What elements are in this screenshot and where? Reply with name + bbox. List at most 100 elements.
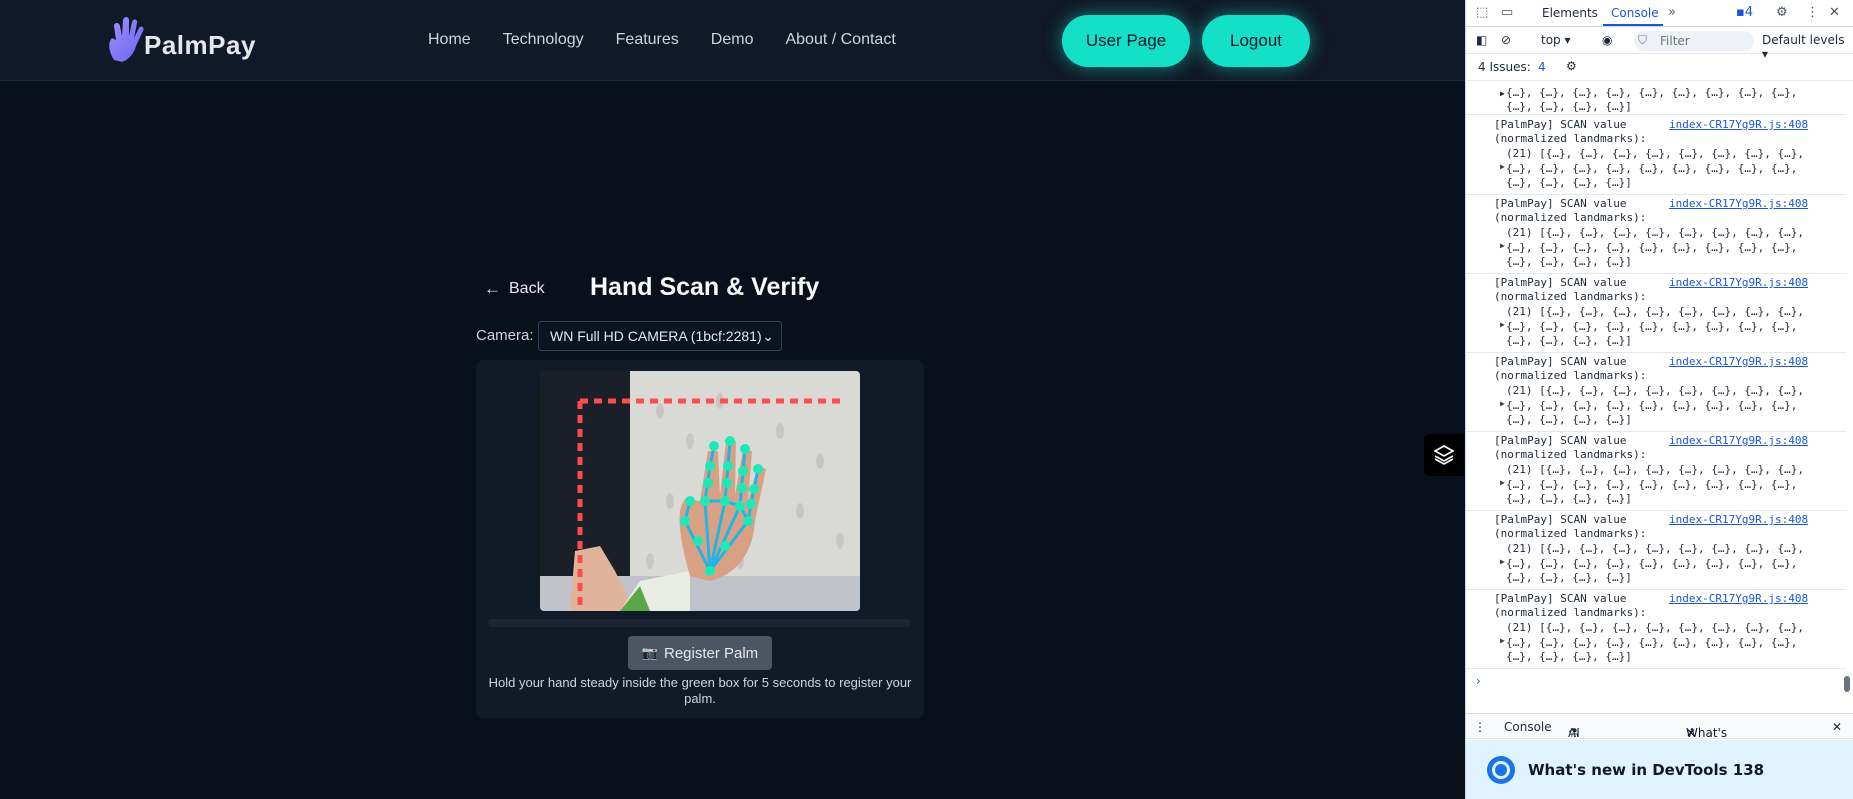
kebab-menu-icon[interactable]: ⋮ <box>1806 5 1819 20</box>
log-array-line: {…}, {…}, {…}, {…}, {…}, {…}, {…}, {…}, … <box>1506 557 1798 570</box>
expand-triangle-icon[interactable]: ▶ <box>1500 320 1505 329</box>
log-source-link[interactable]: index-CR17Yg9R.js:408 <box>1669 197 1808 210</box>
logout-button[interactable]: Logout <box>1202 15 1310 67</box>
expand-triangle-icon[interactable]: ▶ <box>1500 399 1505 408</box>
expand-triangle-icon[interactable]: ▶ <box>1500 241 1505 250</box>
floating-widget-button[interactable] <box>1424 434 1464 476</box>
log-array-line: (21) [{…}, {…}, {…}, {…}, {…}, {…}, {…},… <box>1506 542 1805 555</box>
inspect-element-icon[interactable]: ⬚ <box>1476 5 1488 20</box>
context-select[interactable]: top ▾ <box>1541 33 1571 47</box>
log-array-line: {…}, {…}, {…}, {…}] <box>1506 413 1632 426</box>
close-tab-icon[interactable]: ✕ <box>1686 726 1696 740</box>
sidebar-toggle-icon[interactable]: ◧ <box>1476 33 1487 47</box>
nav-about-contact[interactable]: About / Contact <box>785 31 895 49</box>
camera-select-value: WN Full HD CAMERA (1bcf:2281) <box>550 328 762 344</box>
close-drawer-icon[interactable]: ✕ <box>1832 720 1842 734</box>
log-array-line: {…}, {…}, {…}, {…}, {…}, {…}, {…}, {…}, … <box>1506 162 1798 175</box>
layers-icon <box>1433 445 1455 465</box>
console-prompt[interactable]: › <box>1476 674 1481 688</box>
log-message: [PalmPay] SCAN value <box>1494 118 1627 131</box>
scrollbar-thumb[interactable] <box>1844 676 1850 692</box>
log-source-link[interactable]: index-CR17Yg9R.js:408 <box>1669 118 1808 131</box>
console-scrollbar[interactable] <box>1842 82 1852 710</box>
main-nav: Home Technology Features Demo About / Co… <box>428 31 896 49</box>
filter-icon: ⛉ <box>1638 33 1648 47</box>
register-palm-button[interactable]: 📷 Register Palm <box>628 636 772 670</box>
drawer-menu-icon[interactable]: ⋮ <box>1474 720 1486 734</box>
device-toolbar-icon[interactable]: ▭ <box>1501 5 1513 20</box>
devtools-tabbar: ⬚ ▭ Elements Console » ▪4 ⚙ ⋮ ✕ <box>1466 0 1853 27</box>
log-entry: [PalmPay] SCAN value index-CR17Yg9R.js:40… <box>1466 353 1846 432</box>
log-array-line: {…}, {…}, {…}, {…}] <box>1506 492 1632 505</box>
user-page-button[interactable]: User Page <box>1062 15 1190 67</box>
log-array-line: {…}, {…}, {…}, {…}] <box>1506 650 1632 663</box>
log-array-line: {…}, {…}, {…}, {…}, {…}, {…}, {…}, {…}, … <box>1506 399 1798 412</box>
issues-count[interactable]: 4 <box>1538 60 1546 74</box>
log-source-link[interactable]: index-CR17Yg9R.js:408 <box>1669 592 1808 605</box>
top-navbar: PalmPay Home Technology Features Demo Ab… <box>0 0 1465 81</box>
expand-triangle-icon[interactable]: ▶ <box>1500 636 1505 645</box>
log-array-line: {…}, {…}, {…}, {…}] <box>1506 255 1632 268</box>
log-source-link[interactable]: index-CR17Yg9R.js:408 <box>1669 276 1808 289</box>
log-array-line: {…}, {…}, {…}, {…}, {…}, {…}, {…}, {…}, … <box>1506 636 1798 649</box>
clear-console-icon[interactable]: ⊘ <box>1501 33 1511 47</box>
back-button[interactable]: ← Back <box>484 279 545 299</box>
page-title: Hand Scan & Verify <box>590 273 820 301</box>
log-array-line: (21) [{…}, {…}, {…}, {…}, {…}, {…}, {…},… <box>1506 226 1805 239</box>
expand-triangle-icon[interactable]: ▶ <box>1500 557 1505 566</box>
log-array-line: {…}, {…}, {…}, {…}, {…}, {…}, {…}, {…}, … <box>1506 478 1798 491</box>
camera-select[interactable]: WN Full HD CAMERA (1bcf:2281) ⌄ <box>538 321 782 351</box>
log-array-line: (21) [{…}, {…}, {…}, {…}, {…}, {…}, {…},… <box>1506 621 1805 634</box>
log-message: [PalmPay] SCAN value <box>1494 513 1627 526</box>
log-entry: [PalmPay] SCAN value index-CR17Yg9R.js:40… <box>1466 511 1846 590</box>
drawer-tabbar: ⋮ Console AI assistance ⚗ What's new ✕ ✕ <box>1466 713 1853 754</box>
gear-icon[interactable]: ⚙ <box>1776 5 1788 20</box>
log-source-link[interactable]: index-CR17Yg9R.js:408 <box>1669 355 1808 368</box>
log-message-sub: (normalized landmarks): <box>1494 448 1647 461</box>
log-array-line: {…}, {…}, {…}, {…}] <box>1506 176 1632 189</box>
log-array-line: {…}, {…}, {…}, {…}, {…}, {…}, {…}, {…}, … <box>1506 320 1798 333</box>
eye-icon[interactable]: ◉ <box>1602 33 1612 47</box>
tab-elements[interactable]: Elements <box>1542 6 1598 20</box>
log-levels-value: Default levels <box>1762 33 1845 47</box>
log-source-link[interactable]: index-CR17Yg9R.js:408 <box>1669 434 1808 447</box>
nav-home[interactable]: Home <box>428 31 471 49</box>
log-array-line: {…}, {…}, {…}, {…}, {…}, {…}, {…}, {…}, … <box>1506 241 1798 254</box>
close-icon[interactable]: ✕ <box>1829 5 1840 20</box>
nav-features[interactable]: Features <box>616 31 679 49</box>
camera-label: Camera: <box>476 327 534 344</box>
whats-new-banner: What's new in DevTools 138 <box>1466 740 1853 799</box>
console-toolbar: ◧ ⊘ top ▾ ◉ Filter ⛉ Default levels ▾ <box>1466 28 1853 61</box>
console-filter-input[interactable]: Filter <box>1634 31 1754 51</box>
log-source-link[interactable]: index-CR17Yg9R.js:408 <box>1669 513 1808 526</box>
context-select-value: top <box>1541 33 1561 47</box>
issues-badge-icon[interactable]: ▪4 <box>1736 5 1753 20</box>
log-entry: [PalmPay] SCAN value index-CR17Yg9R.js:40… <box>1466 274 1846 353</box>
log-message: [PalmPay] SCAN value <box>1494 434 1627 447</box>
log-array-line: (21) [{…}, {…}, {…}, {…}, {…}, {…}, {…},… <box>1506 147 1805 160</box>
nav-demo[interactable]: Demo <box>711 31 754 49</box>
expand-triangle-icon[interactable]: ▶ <box>1500 162 1505 171</box>
issues-label[interactable]: 4 Issues: <box>1478 60 1531 74</box>
filter-placeholder: Filter <box>1660 34 1690 48</box>
log-message: [PalmPay] SCAN value <box>1494 197 1627 210</box>
whats-new-title: What's new in DevTools 138 <box>1528 761 1765 779</box>
drawer-tab-console[interactable]: Console <box>1504 720 1552 734</box>
settings-gear-icon[interactable]: ⚙ <box>1566 59 1577 73</box>
log-entry: [PalmPay] SCAN value index-CR17Yg9R.js:40… <box>1466 116 1846 195</box>
log-message-sub: (normalized landmarks): <box>1494 211 1647 224</box>
log-message: [PalmPay] SCAN value <box>1494 276 1627 289</box>
camera-icon: 📷 <box>641 645 658 660</box>
log-message: [PalmPay] SCAN value <box>1494 592 1627 605</box>
nav-technology[interactable]: Technology <box>503 31 584 49</box>
expand-triangle-icon[interactable]: ▶ <box>1500 478 1505 487</box>
log-message-sub: (normalized landmarks): <box>1494 606 1647 619</box>
tab-console[interactable]: Console <box>1611 6 1659 20</box>
log-line: {…}, {…}, {…}, {…}] <box>1506 100 1632 113</box>
brand-logo[interactable]: PalmPay <box>104 16 255 66</box>
more-tabs-icon[interactable]: » <box>1668 5 1676 20</box>
log-entry-partial: ▶ {…}, {…}, {…}, {…}, {…}, {…}, {…}, {…}… <box>1466 82 1846 115</box>
log-array-line: (21) [{…}, {…}, {…}, {…}, {…}, {…}, {…},… <box>1506 305 1805 318</box>
log-array-line: (21) [{…}, {…}, {…}, {…}, {…}, {…}, {…},… <box>1506 463 1805 476</box>
expand-triangle-icon[interactable]: ▶ <box>1500 89 1505 98</box>
